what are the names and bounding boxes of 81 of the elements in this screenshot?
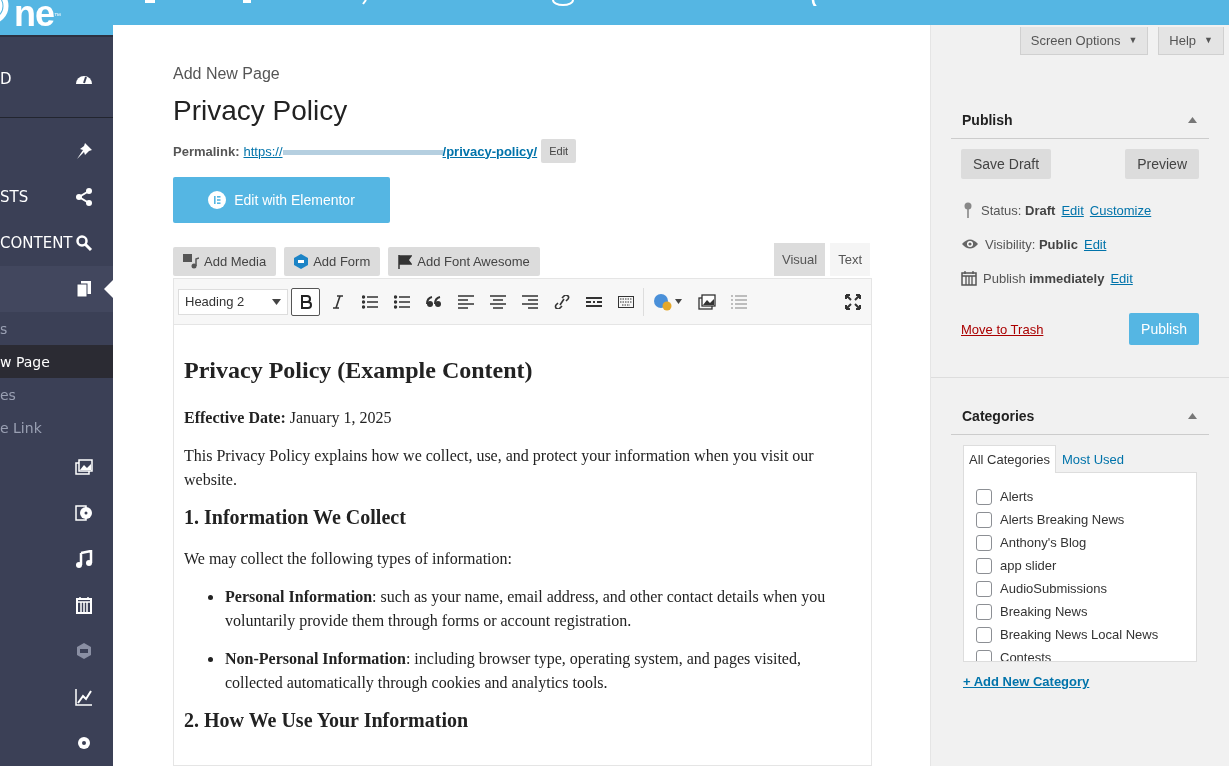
eye-icon [961, 238, 979, 250]
search-icon [75, 234, 93, 252]
submenu-item[interactable]: es [0, 378, 113, 411]
edit-status-link[interactable]: Edit [1061, 202, 1084, 218]
form-hexagon-icon [294, 254, 309, 269]
bullet-icon [208, 595, 213, 600]
bold-icon[interactable] [291, 287, 320, 316]
category-label: Anthony's Blog [1000, 535, 1087, 550]
logo-text: ne [14, 0, 54, 32]
content-heading: Privacy Policy (Example Content) [184, 357, 534, 384]
list-item-text: Personal Information: such as your name, email address, and other contact details when you voluntarily provide them through forms or account registration. [225, 587, 827, 632]
format-select[interactable]: Heading 2 [178, 288, 288, 315]
submenu-item[interactable]: e Link [0, 411, 113, 444]
save-draft-button[interactable]: Save Draft [961, 149, 1052, 179]
submenu-item[interactable]: s [0, 312, 113, 345]
music-icon [75, 550, 93, 568]
edit-visibility-link[interactable]: Edit [1083, 236, 1107, 252]
categories-box-title: Categories [962, 408, 1035, 424]
flag-icon [398, 254, 413, 269]
sidebar-menu-item[interactable]: STS [0, 174, 113, 220]
permalink-label: Permalink: [173, 143, 240, 159]
editor-tab[interactable]: Visual [773, 243, 826, 276]
page-title-field[interactable]: Privacy Policy [173, 95, 930, 127]
category-checkbox[interactable] [976, 649, 992, 661]
images-icon [75, 458, 93, 476]
screen-tab-button[interactable]: Help ▼ [1158, 27, 1224, 55]
add-form-button[interactable]: Add Form [284, 247, 381, 276]
content-paragraph: This Privacy Policy explains how we collect, use, and protect your information when you visit our website. [184, 446, 815, 490]
media-icon [183, 254, 199, 269]
permalink-link[interactable]: https:// /privacy-policy/ [243, 143, 538, 159]
chart-icon [75, 688, 93, 706]
category-tab[interactable]: Most Used [1055, 445, 1131, 473]
category-label: Alerts Breaking News [1000, 512, 1125, 527]
edit-schedule-link[interactable]: Edit [1110, 270, 1133, 286]
add-font-awesome-button[interactable]: Add Font Awesome [388, 247, 540, 276]
category-label: AudioSubmissions [1000, 581, 1107, 596]
collapse-arrow-icon[interactable] [1188, 117, 1197, 123]
publish-box-title: Publish [962, 112, 1013, 128]
customize-link[interactable]: Customize [1089, 202, 1152, 218]
page-heading: Add New Page [173, 65, 281, 83]
move-to-trash-link[interactable]: Move to Trash [961, 321, 1044, 337]
calendar-icon [75, 596, 93, 614]
preview-button[interactable]: Preview [1125, 149, 1199, 179]
status-text: Status: Draft [981, 202, 1056, 218]
bullet-icon [208, 657, 213, 662]
category-checkbox[interactable] [976, 626, 992, 643]
category-label: Alerts [1000, 489, 1034, 504]
schedule-text: Publish immediately [983, 270, 1105, 286]
category-label: Breaking News [1000, 604, 1088, 619]
disc-icon [75, 504, 93, 522]
category-label: app slider [1000, 558, 1057, 573]
hex-icon [75, 642, 93, 660]
editor-tab[interactable]: Text [830, 243, 870, 276]
content-paragraph: Effective Date: January 1, 2025 [184, 408, 393, 429]
category-tab[interactable]: All Categories [963, 445, 1056, 473]
elementor-logo-icon [208, 191, 227, 209]
category-checkbox[interactable] [976, 603, 992, 620]
content-paragraph: We may collect the following types of information: [184, 549, 513, 570]
sidebar-menu-item[interactable]: CONTENT [0, 220, 113, 266]
category-checkbox[interactable] [976, 580, 992, 597]
category-checkbox[interactable] [976, 534, 992, 551]
pages-icon [75, 280, 93, 298]
content-subheading: 2. How We Use Your Information [184, 709, 470, 732]
collapse-arrow-icon[interactable] [1188, 413, 1197, 419]
category-checkbox[interactable] [976, 488, 992, 505]
pin-icon [75, 142, 93, 160]
visibility-text: Visibility: Public [985, 236, 1078, 252]
share-icon [75, 188, 93, 206]
sidebar-menu-item[interactable] [0, 266, 113, 312]
submenu-item[interactable]: w Page [0, 345, 113, 378]
list-item-text: Non-Personal Information: including browser type, operating system, and pages visited, collected automatically through cookies and analytics tools. [225, 649, 802, 694]
content-subheading: 1. Information We Collect [184, 506, 407, 529]
caret-icon [272, 298, 281, 305]
category-checkbox[interactable] [976, 557, 992, 574]
category-label: Breaking News Local News [1000, 627, 1159, 642]
category-checkbox[interactable] [976, 511, 992, 528]
add-media-button[interactable]: Add Media [173, 247, 277, 276]
calendar-icon [961, 270, 977, 286]
add-new-category-link[interactable]: + Add New Category [963, 674, 1090, 689]
screen-tab-button[interactable]: Screen Options ▼ [1019, 27, 1149, 55]
edit-permalink-button[interactable]: Edit [541, 139, 577, 163]
